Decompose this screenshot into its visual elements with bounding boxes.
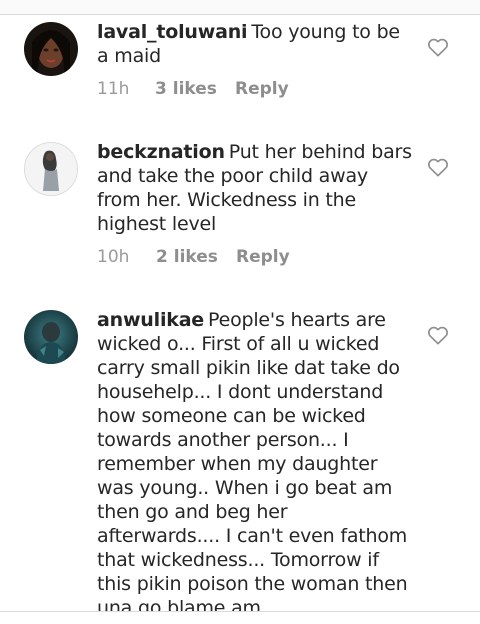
reply-button[interactable]: Reply	[236, 246, 290, 268]
avatar[interactable]	[24, 22, 78, 76]
reply-button[interactable]: Reply	[235, 78, 289, 100]
comment-likes[interactable]: 3 likes	[155, 78, 217, 100]
comment-text: beckznation Put her behind bars and take …	[97, 140, 415, 236]
comment-username[interactable]: anwulikae	[97, 309, 204, 331]
comment-username[interactable]: laval_toluwani	[97, 21, 248, 43]
comment-body: People's hearts are wicked o... First of…	[97, 309, 408, 611]
comment-time: 10h	[97, 247, 130, 267]
avatar[interactable]	[24, 142, 78, 196]
comment-text: laval_toluwani Too young to be a maid	[97, 20, 415, 68]
bottom-bar	[0, 611, 480, 624]
comment-text: anwulikae People's hearts are wicked o...…	[97, 308, 413, 611]
comment-username[interactable]: beckznation	[97, 141, 225, 163]
heart-outline-icon[interactable]	[427, 157, 449, 177]
comment-likes[interactable]: 2 likes	[156, 246, 218, 268]
avatar[interactable]	[24, 310, 78, 364]
heart-outline-icon[interactable]	[427, 37, 449, 57]
heart-outline-icon[interactable]	[427, 325, 449, 345]
comment-time: 11h	[97, 79, 130, 99]
comment-list: laval_toluwani Too young to be a maid 11h…	[0, 0, 480, 611]
